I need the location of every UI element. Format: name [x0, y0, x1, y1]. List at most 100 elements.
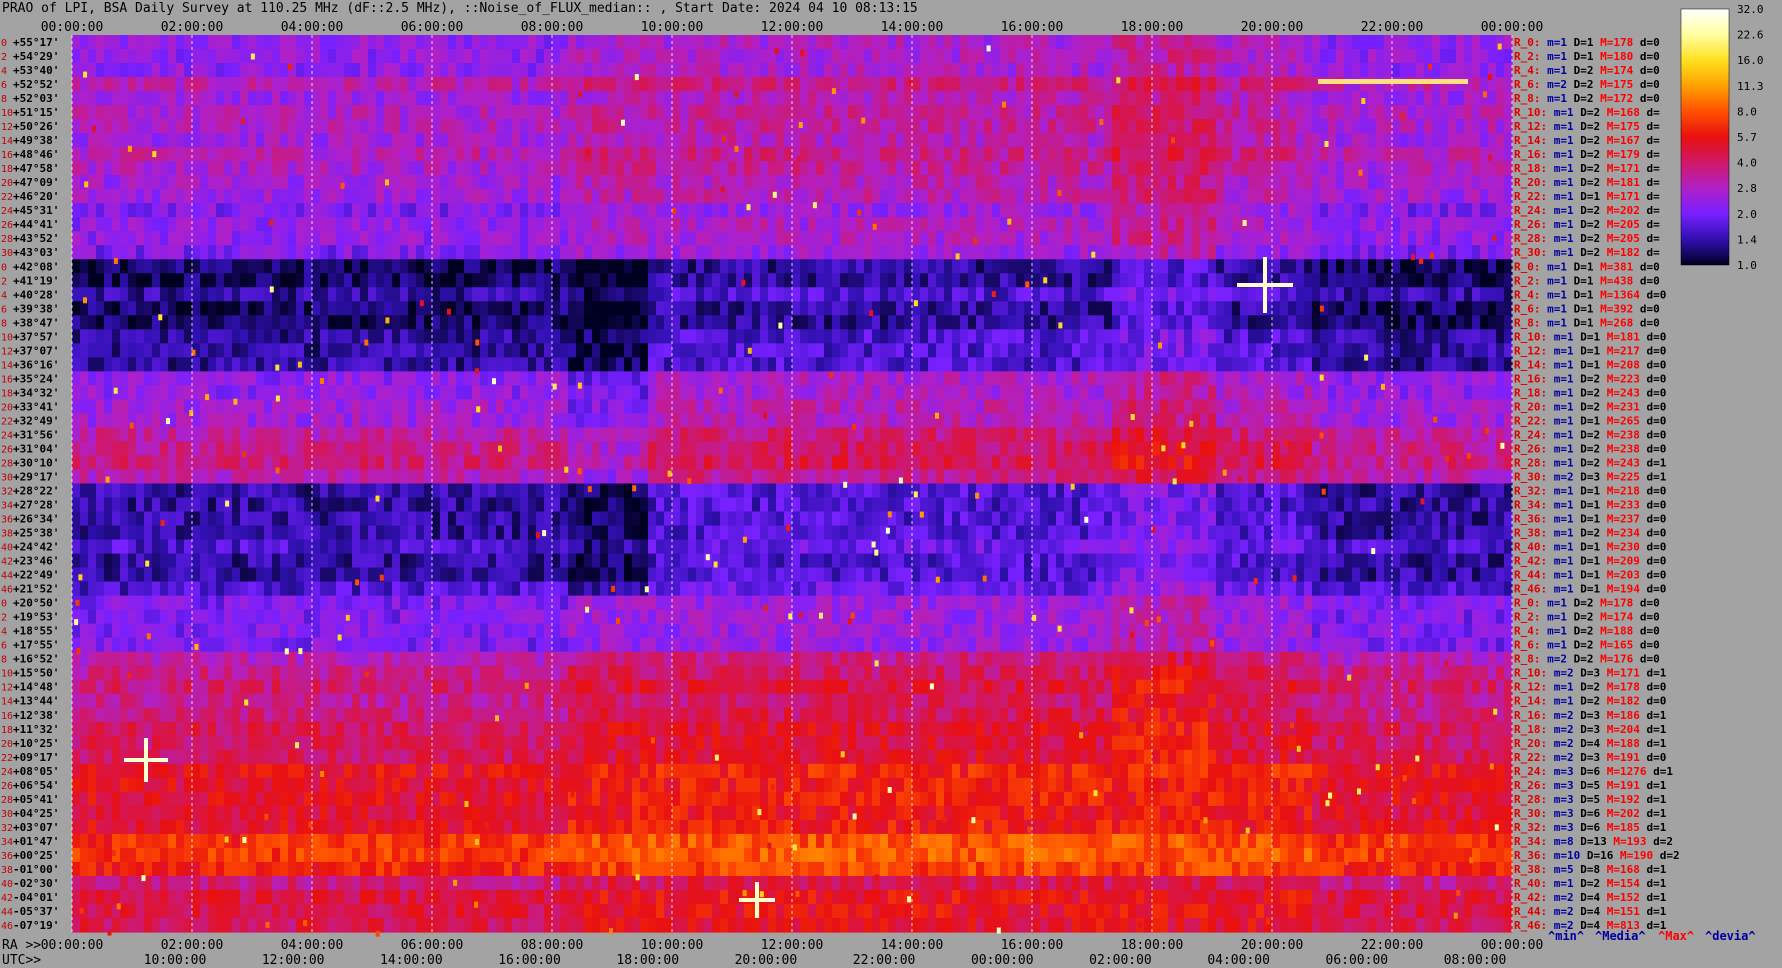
- heatmap-cell: [880, 259, 889, 274]
- heatmap-cell: [856, 63, 865, 78]
- heatmap-cell: [1400, 119, 1409, 134]
- heatmap-cell: [536, 147, 545, 162]
- heatmap-cell: [216, 175, 225, 190]
- heatmap-cell: [1000, 287, 1009, 302]
- heatmap-cell: [216, 91, 225, 106]
- heatmap-cell: [136, 49, 145, 64]
- heatmap-cell: [896, 189, 905, 204]
- heatmap-cell: [1088, 259, 1097, 274]
- heatmap-cell: [720, 91, 729, 106]
- heatmap-cell: [1472, 259, 1481, 274]
- heatmap-cell: [336, 105, 345, 120]
- heatmap-cell: [1328, 343, 1337, 358]
- heatmap-cell: [800, 357, 809, 372]
- heatmap-cell: [1408, 301, 1417, 316]
- heatmap-cell: [1488, 203, 1497, 218]
- heatmap-cell: [112, 203, 121, 218]
- heatmap-cell: [1312, 343, 1321, 358]
- heatmap-cell: [128, 217, 137, 232]
- heatmap-cell: [128, 49, 137, 64]
- heatmap-cell: [944, 63, 953, 78]
- heatmap-cell: [960, 133, 969, 148]
- heatmap-cell: [808, 343, 817, 358]
- heatmap-cell: [728, 63, 737, 78]
- heatmap-cell: [1240, 385, 1249, 401]
- heatmap-cell: [848, 63, 857, 78]
- heatmap-cell: [880, 399, 889, 415]
- heatmap-cell: [1344, 63, 1353, 78]
- heatmap-cell: [784, 77, 793, 92]
- heatmap-cell: [360, 35, 369, 50]
- heatmap-cell: [1072, 203, 1081, 218]
- heatmap-cell: [808, 329, 817, 344]
- heatmap-cell: [232, 175, 241, 190]
- heatmap-cell: [72, 329, 81, 344]
- heatmap-cell: [1152, 119, 1161, 134]
- heatmap-cell: [88, 413, 97, 429]
- heatmap-cell: [160, 49, 169, 64]
- heatmap-cell: [312, 203, 321, 218]
- heatmap-cell: [696, 413, 705, 429]
- heatmap-cell: [456, 371, 465, 386]
- heatmap-cell: [528, 147, 537, 162]
- heatmap-cell: [1248, 287, 1257, 302]
- heatmap-cell: [1504, 329, 1513, 344]
- heatmap-cell: [96, 175, 105, 190]
- heatmap-cell: [544, 49, 553, 64]
- heatmap-cell: [608, 399, 617, 415]
- heatmap-cell: [768, 329, 777, 344]
- heatmap-cell: [1360, 63, 1369, 78]
- heatmap-cell: [1408, 203, 1417, 218]
- heatmap-cell: [960, 245, 969, 260]
- heatmap-cell: [1280, 203, 1289, 218]
- heatmap-cell: [616, 133, 625, 148]
- heatmap-cell: [320, 147, 329, 162]
- heatmap-cell: [400, 161, 409, 176]
- heatmap-cell: [448, 133, 457, 148]
- heatmap-cell: [1480, 35, 1489, 50]
- heatmap-cell: [240, 49, 249, 64]
- heatmap-cell: [632, 287, 641, 302]
- heatmap-cell: [432, 357, 441, 372]
- heatmap-cell: [832, 231, 841, 246]
- heatmap-cell: [1064, 35, 1073, 50]
- heatmap-cell: [920, 245, 929, 260]
- heatmap-cell: [1104, 203, 1113, 218]
- heatmap-cell: [912, 49, 921, 64]
- heatmap-cell: [1040, 385, 1049, 401]
- heatmap-cell: [360, 91, 369, 106]
- heatmap-cell: [1448, 329, 1457, 344]
- heatmap-cell: [704, 371, 713, 386]
- heatmap-cell: [872, 119, 881, 134]
- heatmap-cell: [384, 189, 393, 204]
- heatmap-cell: [736, 343, 745, 358]
- heatmap-cell: [480, 385, 489, 401]
- heatmap-cell: [1408, 175, 1417, 190]
- heatmap-cell: [1048, 147, 1057, 162]
- heatmap-cell: [984, 133, 993, 148]
- heatmap-cell: [1040, 175, 1049, 190]
- heatmap-cell: [680, 91, 689, 106]
- heatmap-cell: [824, 217, 833, 232]
- heatmap-cell: [528, 189, 537, 204]
- heatmap-cell: [336, 77, 345, 92]
- heatmap-cell: [1320, 175, 1329, 190]
- heatmap-cell: [1192, 35, 1201, 50]
- heatmap-cell: [136, 273, 145, 288]
- heatmap-cell: [736, 49, 745, 64]
- heatmap-cell: [1368, 217, 1377, 232]
- heatmap-cell: [488, 35, 497, 50]
- heatmap-cell: [1240, 329, 1249, 344]
- heatmap-cell: [1488, 357, 1497, 372]
- heatmap-cell: [1320, 49, 1329, 64]
- heatmap-cell: [712, 259, 721, 274]
- heatmap-cell: [1128, 315, 1137, 330]
- heatmap-cell: [264, 357, 273, 372]
- heatmap-cell: [1440, 385, 1449, 401]
- heatmap-cell: [1280, 49, 1289, 64]
- heatmap-cell: [1072, 329, 1081, 344]
- heatmap-cell: [168, 91, 177, 106]
- heatmap-cell: [1000, 119, 1009, 134]
- heatmap-cell: [264, 189, 273, 204]
- heatmap-cell: [1400, 287, 1409, 302]
